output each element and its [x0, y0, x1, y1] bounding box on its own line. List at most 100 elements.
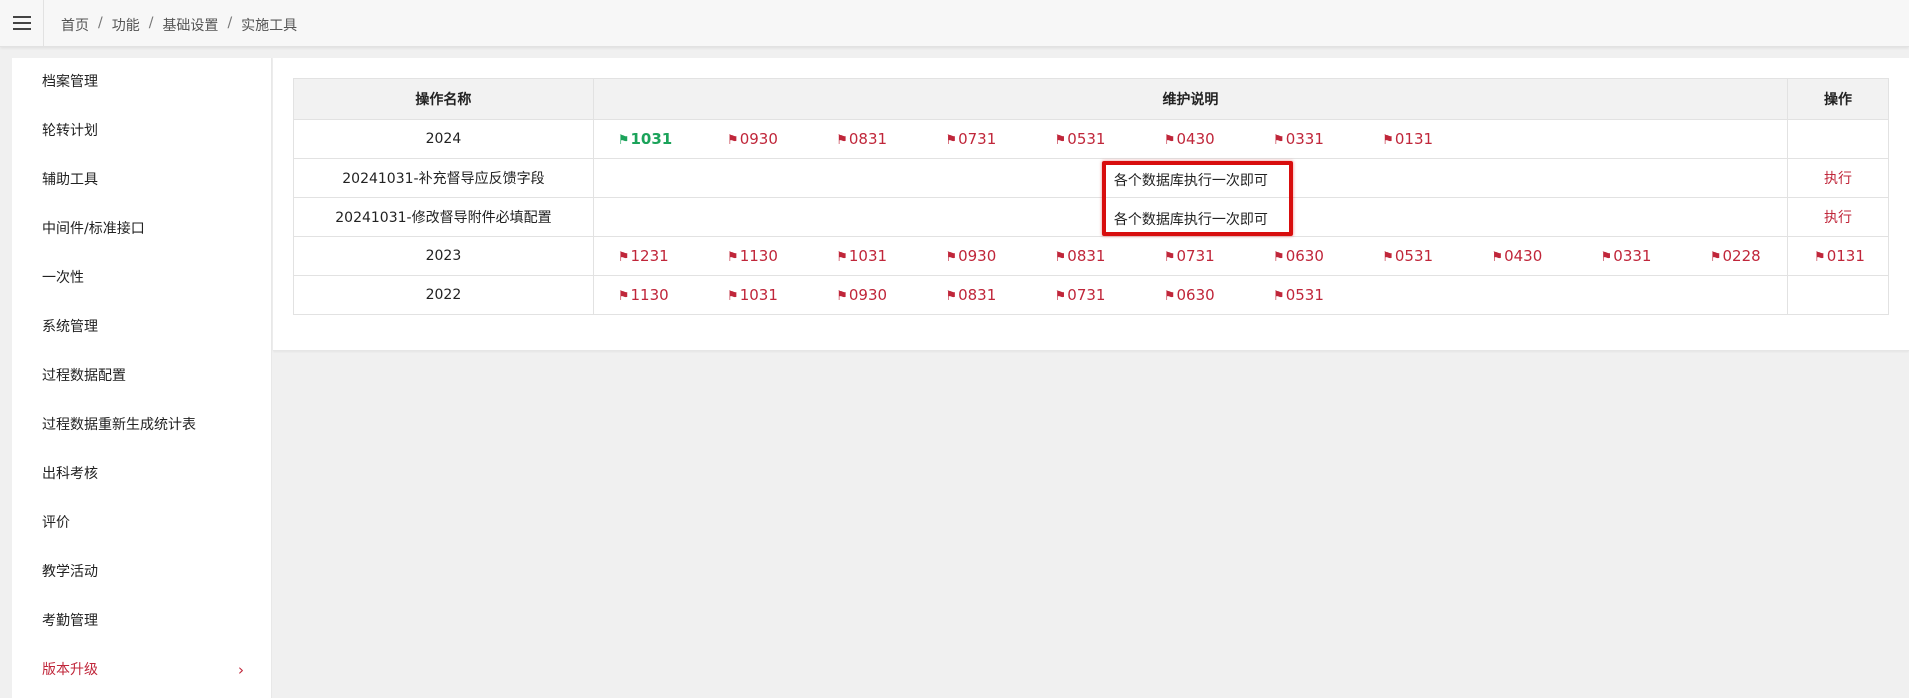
sidebar-item-process-config[interactable]: 过程数据配置	[12, 352, 272, 401]
breadcrumb-basic-settings[interactable]: 基础设置	[162, 15, 218, 35]
flag-link[interactable]: ⚑0930	[945, 247, 996, 265]
flag-link[interactable]: ⚑0930	[727, 130, 778, 148]
flag-label: 0531	[1285, 286, 1324, 304]
table-row: 20241031-补充督导应反馈字段 各个数据库执行一次即可 执行	[293, 158, 1889, 198]
breadcrumb-current: 实施工具	[241, 18, 298, 34]
flag-icon: ⚑	[1709, 250, 1722, 265]
flag-link[interactable]: ⚑0731	[945, 130, 996, 148]
sidebar-item-system[interactable]: 系统管理	[12, 303, 272, 352]
flag-link[interactable]: ⚑0331	[1601, 247, 1652, 265]
flag-label: 0430	[1176, 130, 1215, 148]
row-action-empty	[1787, 119, 1889, 159]
flag-icon: ⚑	[836, 133, 848, 148]
flag-icon: ⚑	[727, 133, 739, 148]
table-row: 2023 ⚑1231 ⚑1130 ⚑1031 ⚑0930 ⚑0831 ⚑0731 ⚑0630…	[293, 236, 1889, 276]
sidebar-item-process-regenerate[interactable]: 过程数据重新生成统计表	[12, 401, 272, 450]
execute-link[interactable]: 执行	[1824, 171, 1852, 187]
flag-label: 1130	[630, 286, 669, 304]
flag-label: 0131	[1394, 130, 1434, 148]
flag-icon: ⚑	[1382, 250, 1394, 265]
flag-link[interactable]: ⚑1231	[618, 247, 669, 265]
flag-link[interactable]: ⚑0531	[1273, 286, 1324, 304]
main-content: 操作名称 维护说明 操作 2024 ⚑1031 ⚑0930 ⚑0831 ⚑0731 ⚑0…	[273, 58, 1909, 351]
column-header-action: 操作	[1787, 78, 1889, 120]
flag-link[interactable]: ⚑0331	[1273, 130, 1324, 148]
flag-label: 0930	[958, 247, 997, 265]
flag-link[interactable]: ⚑0831	[945, 286, 996, 304]
flag-link[interactable]: ⚑0630	[1164, 286, 1215, 304]
flag-icon: ⚑	[1491, 250, 1504, 265]
flag-icon: ⚑	[727, 250, 739, 265]
sidebar-item-label: 版本升级	[42, 662, 98, 678]
sidebar-item-middleware[interactable]: 中间件/标准接口	[12, 205, 272, 254]
flag-icon: ⚑	[945, 289, 958, 304]
flag-label: 0228	[1722, 247, 1761, 265]
sidebar-item-rotation-plan[interactable]: 轮转计划	[12, 107, 272, 156]
flag-row-2024: ⚑1031 ⚑0930 ⚑0831 ⚑0731 ⚑0531 ⚑0430 ⚑0331 ⚑0131	[594, 120, 1787, 158]
flag-link[interactable]: ⚑0531	[1055, 130, 1106, 148]
flag-link[interactable]: ⚑0831	[836, 130, 887, 148]
flag-label: 0630	[1176, 286, 1215, 304]
sidebar-item-exit-exam[interactable]: 出科考核	[12, 450, 272, 499]
flag-link[interactable]: ⚑0131	[1814, 247, 1865, 265]
flag-label: 0831	[848, 130, 888, 148]
table-row: 2022 ⚑1130 ⚑1031 ⚑0930 ⚑0831 ⚑0731 ⚑0630 ⚑0531	[293, 275, 1889, 315]
flag-icon: ⚑	[617, 289, 630, 304]
sidebar-item-attendance[interactable]: 考勤管理	[12, 597, 272, 646]
flag-link[interactable]: ⚑0731	[1164, 247, 1215, 265]
flag-row-2023: ⚑1231 ⚑1130 ⚑1031 ⚑0930 ⚑0831 ⚑0731 ⚑0630 ⚑0531…	[594, 237, 1787, 275]
flag-link[interactable]: ⚑1130	[618, 286, 669, 304]
flag-icon: ⚑	[836, 250, 848, 265]
table-header-row: 操作名称 维护说明 操作	[293, 78, 1889, 120]
flag-icon: ⚑	[1273, 250, 1285, 265]
row-name: 2024	[293, 119, 594, 159]
flag-link[interactable]: ⚑0630	[1273, 247, 1324, 265]
flag-label: 1130	[739, 247, 778, 265]
breadcrumb-separator: /	[148, 15, 154, 31]
flag-icon: ⚑	[1163, 289, 1176, 304]
sidebar-item-evaluation[interactable]: 评价	[12, 499, 272, 548]
flag-link[interactable]: ⚑1031	[727, 286, 778, 304]
flag-label: 1031	[848, 247, 888, 265]
row-action-cell: 执行	[1787, 158, 1889, 198]
flag-link[interactable]: ⚑0228	[1710, 247, 1761, 265]
top-header: 首页 / 功能 / 基础设置 / 实施工具	[0, 0, 1909, 47]
flag-link[interactable]: ⚑0930	[836, 286, 887, 304]
sidebar-item-aux-tools[interactable]: 辅助工具	[12, 156, 272, 205]
flag-label: 0731	[958, 130, 997, 148]
flag-label: 1231	[630, 247, 669, 265]
sidebar-item-one-time[interactable]: 一次性	[12, 254, 272, 303]
row-action-cell: 执行	[1787, 197, 1889, 237]
flag-list: ⚑1031 ⚑0930 ⚑0831 ⚑0731 ⚑0531 ⚑0430 ⚑0331 ⚑0131	[592, 119, 1789, 159]
flag-link[interactable]: ⚑0531	[1382, 247, 1433, 265]
flag-link[interactable]: ⚑0131	[1382, 130, 1433, 148]
flag-label: 0731	[1176, 247, 1215, 265]
flag-link[interactable]: ⚑1130	[727, 247, 778, 265]
sidebar-item-teaching[interactable]: 教学活动	[12, 548, 272, 597]
breadcrumb-function[interactable]: 功能	[112, 15, 140, 35]
sidebar-item-archive[interactable]: 档案管理	[12, 58, 272, 107]
flag-link[interactable]: ⚑0731	[1055, 286, 1106, 304]
row-note-cell: 各个数据库执行一次即可	[592, 197, 1789, 237]
column-header-description: 维护说明	[592, 78, 1789, 120]
row-action-empty	[1787, 275, 1889, 315]
flag-link[interactable]: ⚑0831	[1055, 247, 1106, 265]
flag-list: ⚑1130 ⚑1031 ⚑0930 ⚑0831 ⚑0731 ⚑0630 ⚑0531	[592, 275, 1789, 315]
operations-table: 操作名称 维护说明 操作 2024 ⚑1031 ⚑0930 ⚑0831 ⚑0731 ⚑0…	[293, 78, 1889, 315]
flag-link[interactable]: ⚑0430	[1164, 130, 1215, 148]
flag-icon: ⚑	[1054, 250, 1067, 265]
row-name: 2022	[293, 275, 594, 315]
flag-link[interactable]: ⚑1031	[836, 247, 887, 265]
hamburger-menu-icon[interactable]	[0, 0, 44, 47]
flag-link[interactable]: ⚑1031	[618, 130, 672, 148]
flag-link[interactable]: ⚑0430	[1491, 247, 1542, 265]
column-header-name: 操作名称	[293, 78, 594, 120]
breadcrumb-separator: /	[227, 15, 233, 31]
flag-label: 1031	[739, 286, 778, 304]
execute-link[interactable]: 执行	[1824, 210, 1852, 226]
flag-overflow-cell: ⚑0131	[1787, 236, 1889, 276]
flag-label: 0731	[1067, 286, 1106, 304]
flag-icon: ⚑	[1054, 289, 1067, 304]
breadcrumb-home[interactable]: 首页	[61, 15, 89, 35]
flag-icon: ⚑	[1600, 250, 1613, 265]
